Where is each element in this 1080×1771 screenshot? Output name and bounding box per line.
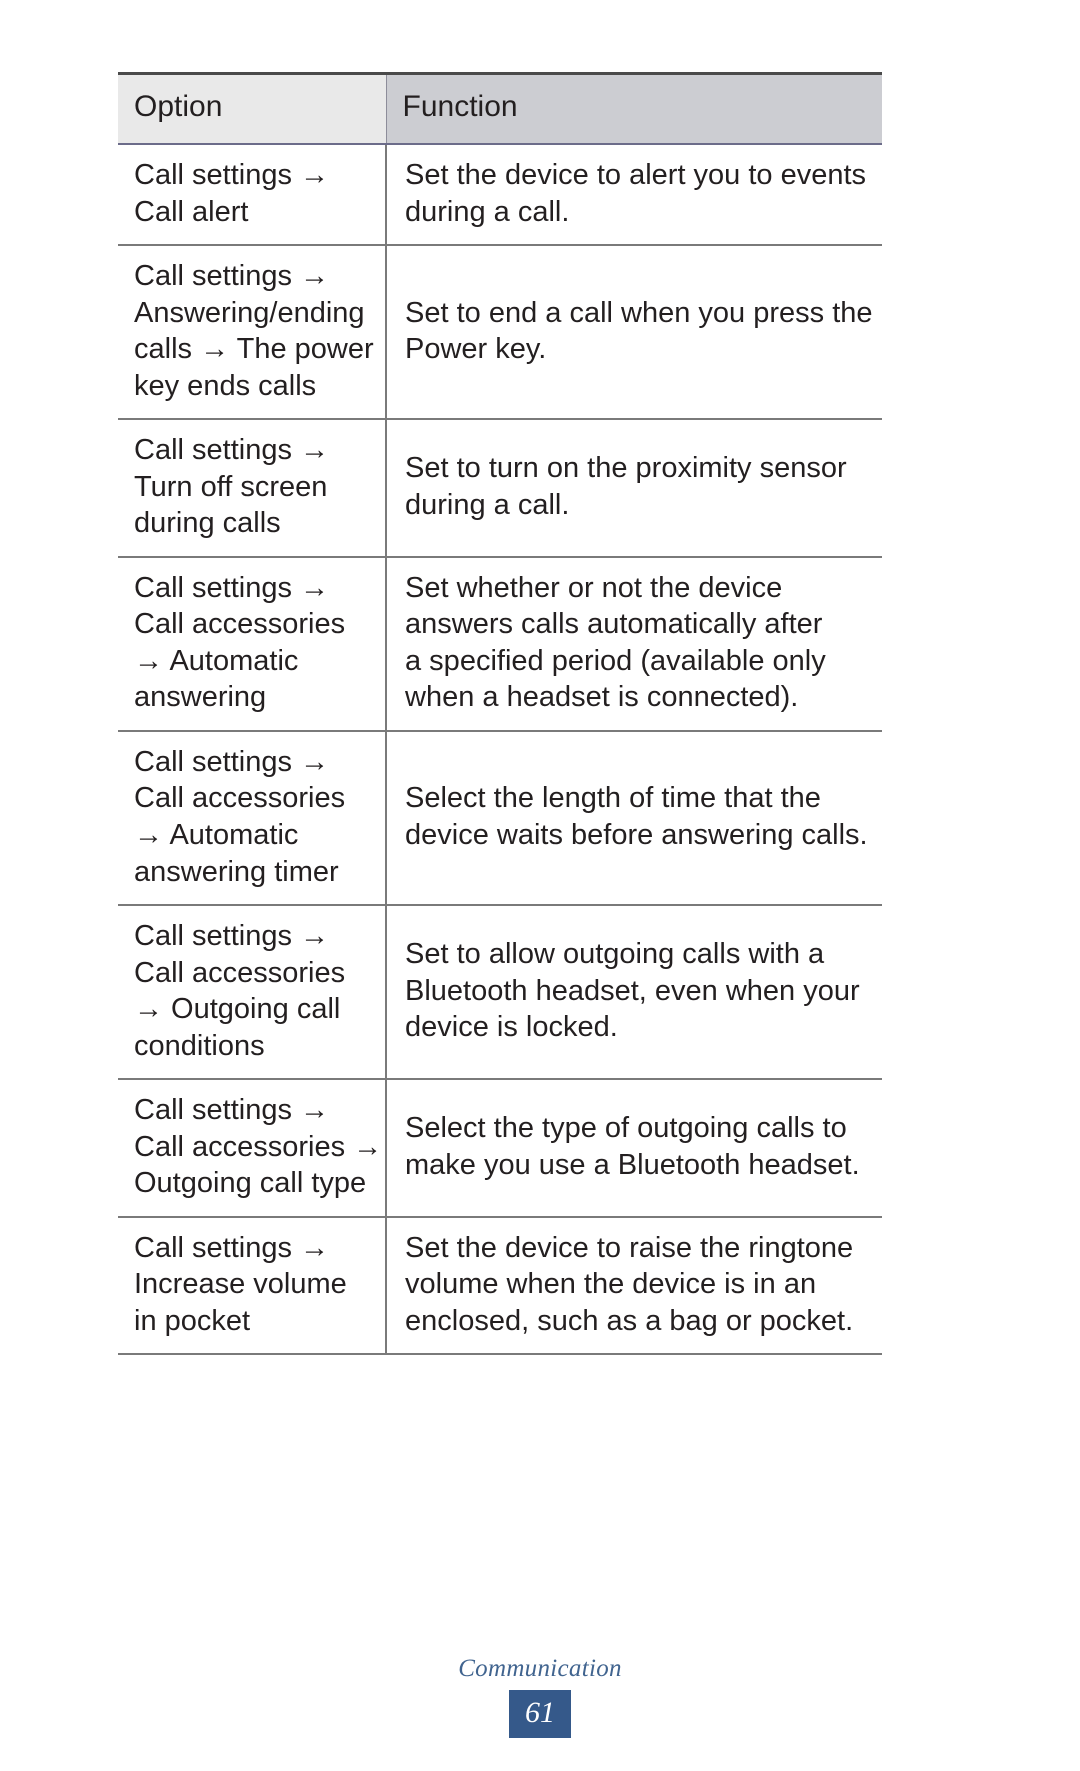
cell-line: Call accessories xyxy=(134,608,346,641)
cell-option: Call settings → Call accessories → Outgoin… xyxy=(118,1079,386,1218)
cell-line: → Automatic xyxy=(134,818,299,851)
table-body: Call settings → Call alert Set the device … xyxy=(118,144,882,1356)
table-row: Call settings → Call accessories → Automat… xyxy=(118,556,882,732)
cell-line: calls → The power xyxy=(134,333,374,366)
cell-line: Call settings → xyxy=(134,1231,330,1264)
cell-line: Set to end a call when you press the xyxy=(405,296,873,329)
cell-line: Call alert xyxy=(134,195,249,228)
cell-line: in pocket xyxy=(134,1304,251,1337)
cell-line: device is locked. xyxy=(405,1011,618,1044)
settings-table-container: Option Function Call settings → Call aler… xyxy=(118,72,882,1356)
call-settings-table: Option Function Call settings → Call aler… xyxy=(118,72,882,1356)
cell-option: Call settings → Call alert xyxy=(118,144,386,247)
column-header-option: Option xyxy=(118,72,386,145)
cell-line: Increase volume xyxy=(134,1268,347,1301)
cell-function: Set the device to raise the ringtone volu… xyxy=(385,1216,882,1356)
cell-line: conditions xyxy=(134,1029,265,1062)
table-header: Option Function xyxy=(118,72,882,145)
cell-line: Call accessories → xyxy=(134,1130,383,1163)
cell-line: during a call. xyxy=(405,195,570,228)
cell-line: Set whether or not the device xyxy=(405,571,783,604)
cell-line: Set the device to alert you to events xyxy=(405,159,867,191)
cell-line: make you use a Bluetooth headset. xyxy=(405,1148,860,1181)
cell-line: key ends calls xyxy=(134,369,317,402)
cell-line: Power key. xyxy=(405,333,547,366)
cell-line: Bluetooth headset, even when your xyxy=(405,974,860,1007)
cell-line: → Outgoing call xyxy=(134,993,341,1026)
cell-function: Set to end a call when you press the Powe… xyxy=(385,245,882,421)
table-row: Call settings → Call accessories → Outgoin… xyxy=(118,905,882,1081)
cell-option: Call settings → Answering/ending calls → T… xyxy=(118,245,386,421)
cell-option: Call settings → Call accessories → Outgoin… xyxy=(118,905,386,1081)
cell-function: Select the length of time that the device… xyxy=(385,730,882,907)
cell-line: Call accessories xyxy=(134,956,346,989)
table-row: Call settings → Call accessories → Outgoin… xyxy=(118,1079,882,1218)
cell-line: Call settings → xyxy=(134,260,330,293)
cell-line: a specified period (available only xyxy=(405,644,826,677)
cell-function: Set to turn on the proximity sensor durin… xyxy=(385,419,882,558)
cell-line: device waits before answering calls. xyxy=(405,818,868,851)
cell-line: Call accessories xyxy=(134,782,346,815)
cell-line: Select the length of time that the xyxy=(405,782,821,815)
cell-line: Outgoing call type xyxy=(134,1167,367,1200)
table-row: Call settings → Call accessories → Automat… xyxy=(118,730,882,907)
cell-line: Call settings → xyxy=(134,159,330,191)
document-page: Option Function Call settings → Call aler… xyxy=(0,0,1080,1771)
cell-line: answering timer xyxy=(134,855,339,888)
cell-option: Call settings → Call accessories → Automat… xyxy=(118,556,386,732)
cell-line: Call settings → xyxy=(134,571,330,604)
table-row: Call settings → Increase volume in pocket S… xyxy=(118,1216,882,1356)
cell-line: Set to turn on the proximity sensor xyxy=(405,452,847,485)
table-row: Call settings → Call alert Set the device … xyxy=(118,144,882,247)
cell-line: volume when the device is in an xyxy=(405,1268,817,1301)
cell-line: when a headset is connected). xyxy=(405,681,799,714)
cell-line: during a call. xyxy=(405,488,570,521)
cell-line: enclosed, such as a bag or pocket. xyxy=(405,1304,854,1337)
cell-function: Set whether or not the device answers cal… xyxy=(385,556,882,732)
cell-function: Set the device to alert you to events dur… xyxy=(385,144,882,247)
cell-line: Answering/ending xyxy=(134,296,365,329)
cell-line: during calls xyxy=(134,507,281,540)
cell-line: answering xyxy=(134,681,267,714)
table-row: Call settings → Answering/ending calls → T… xyxy=(118,245,882,421)
cell-option: Call settings → Increase volume in pocket xyxy=(118,1216,386,1356)
cell-function: Set to allow outgoing calls with a Blueto… xyxy=(385,905,882,1081)
cell-line: Call settings → xyxy=(134,920,330,953)
cell-line: Set to allow outgoing calls with a xyxy=(405,938,825,971)
cell-function: Select the type of outgoing calls to make… xyxy=(385,1079,882,1218)
cell-line: Call settings → xyxy=(134,434,330,467)
cell-line: Turn off screen xyxy=(134,470,328,503)
cell-line: Call settings → xyxy=(134,745,330,778)
table-header-row: Option Function xyxy=(118,72,882,145)
footer-section-title: Communication xyxy=(458,1655,622,1682)
cell-option: Call settings → Turn off screen during cal… xyxy=(118,419,386,558)
cell-line: Select the type of outgoing calls to xyxy=(405,1112,847,1145)
cell-line: Call settings → xyxy=(134,1094,330,1127)
page-number-badge: 61 xyxy=(509,1690,571,1738)
page-footer: Communication 61 xyxy=(0,1655,1080,1738)
cell-line: answers calls automatically after xyxy=(405,608,823,641)
cell-line: Set the device to raise the ringtone xyxy=(405,1231,854,1264)
column-header-function: Function xyxy=(385,72,882,145)
cell-option: Call settings → Call accessories → Automat… xyxy=(118,730,386,907)
table-row: Call settings → Turn off screen during cal… xyxy=(118,419,882,558)
cell-line: → Automatic xyxy=(134,644,299,677)
